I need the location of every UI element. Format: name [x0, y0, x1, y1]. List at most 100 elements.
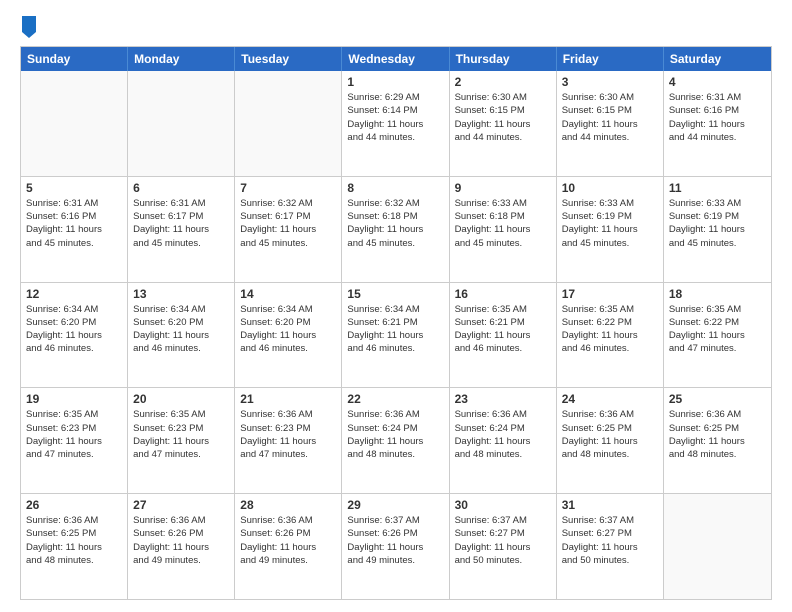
- week-row-2: 5 Sunrise: 6:31 AM Sunset: 6:16 PM Daylig…: [21, 177, 771, 283]
- day-info: Sunrise: 6:34 AM Sunset: 6:20 PM Dayligh…: [26, 303, 122, 356]
- calendar-cell: 19Sunrise: 6:35 AM Sunset: 6:23 PM Dayli…: [21, 388, 128, 493]
- day-number: 8: [347, 181, 443, 195]
- calendar-cell: 28 Sunrise: 6:36 AM Sunset: 6:26 PM Dayli…: [235, 494, 342, 599]
- calendar-cell: [235, 71, 342, 176]
- calendar-cell: 3 Sunrise: 6:30 AM Sunset: 6:15 PM Daylig…: [557, 71, 664, 176]
- day-info: Sunrise: 6:32 AM Sunset: 6:18 PM Dayligh…: [347, 197, 443, 250]
- day-info: Sunrise: 6:37 AM Sunset: 6:27 PM Dayligh…: [455, 514, 551, 567]
- calendar-header-row: SundayMondayTuesdayWednesdayThursdayFrid…: [21, 47, 771, 71]
- calendar-cell: 22 Sunrise: 6:36 AM Sunset: 6:24 PM Dayli…: [342, 388, 449, 493]
- calendar-cell: 30 Sunrise: 6:37 AM Sunset: 6:27 PM Dayli…: [450, 494, 557, 599]
- day-number: 26: [26, 498, 122, 512]
- logo: [20, 16, 36, 38]
- calendar-cell: 4 Sunrise: 6:31 AM Sunset: 6:16 PM Daylig…: [664, 71, 771, 176]
- day-number: 16: [455, 287, 551, 301]
- day-info: Sunrise: 6:29 AM Sunset: 6:14 PM Dayligh…: [347, 91, 443, 144]
- day-number: 29: [347, 498, 443, 512]
- day-number: 27: [133, 498, 229, 512]
- calendar-cell: 9 Sunrise: 6:33 AM Sunset: 6:18 PM Daylig…: [450, 177, 557, 282]
- calendar-cell: 17 Sunrise: 6:35 AM Sunset: 6:22 PM Dayli…: [557, 283, 664, 388]
- day-info: Sunrise: 6:35 AM Sunset: 6:21 PM Dayligh…: [455, 303, 551, 356]
- calendar-cell: 12Sunrise: 6:34 AM Sunset: 6:20 PM Dayli…: [21, 283, 128, 388]
- calendar-cell: 15 Sunrise: 6:34 AM Sunset: 6:21 PM Dayli…: [342, 283, 449, 388]
- day-info: Sunrise: 6:36 AM Sunset: 6:24 PM Dayligh…: [347, 408, 443, 461]
- calendar-cell: 7Sunrise: 6:32 AM Sunset: 6:17 PM Daylig…: [235, 177, 342, 282]
- calendar-cell: 27 Sunrise: 6:36 AM Sunset: 6:26 PM Dayli…: [128, 494, 235, 599]
- day-number: 11: [669, 181, 766, 195]
- calendar-cell: 29 Sunrise: 6:37 AM Sunset: 6:26 PM Dayli…: [342, 494, 449, 599]
- day-info: Sunrise: 6:37 AM Sunset: 6:26 PM Dayligh…: [347, 514, 443, 567]
- day-number: 4: [669, 75, 766, 89]
- day-number: 5: [26, 181, 122, 195]
- day-number: 6: [133, 181, 229, 195]
- calendar-cell: 26 Sunrise: 6:36 AM Sunset: 6:25 PM Dayli…: [21, 494, 128, 599]
- day-info: Sunrise: 6:36 AM Sunset: 6:26 PM Dayligh…: [133, 514, 229, 567]
- day-info: Sunrise: 6:32 AM Sunset: 6:17 PM Dayligh…: [240, 197, 336, 250]
- day-info: Sunrise: 6:37 AM Sunset: 6:27 PM Dayligh…: [562, 514, 658, 567]
- day-info: Sunrise: 6:30 AM Sunset: 6:15 PM Dayligh…: [562, 91, 658, 144]
- day-info: Sunrise: 6:36 AM Sunset: 6:26 PM Dayligh…: [240, 514, 336, 567]
- day-number: 31: [562, 498, 658, 512]
- calendar-cell: 8 Sunrise: 6:32 AM Sunset: 6:18 PM Daylig…: [342, 177, 449, 282]
- calendar-cell: 14 Sunrise: 6:34 AM Sunset: 6:20 PM Dayli…: [235, 283, 342, 388]
- calendar-cell: 2Sunrise: 6:30 AM Sunset: 6:15 PM Daylig…: [450, 71, 557, 176]
- day-header-tuesday: Tuesday: [235, 47, 342, 71]
- calendar-cell: 11Sunrise: 6:33 AM Sunset: 6:19 PM Dayli…: [664, 177, 771, 282]
- calendar-cell: 5 Sunrise: 6:31 AM Sunset: 6:16 PM Daylig…: [21, 177, 128, 282]
- week-row-4: 19Sunrise: 6:35 AM Sunset: 6:23 PM Dayli…: [21, 388, 771, 494]
- day-info: Sunrise: 6:35 AM Sunset: 6:23 PM Dayligh…: [133, 408, 229, 461]
- calendar-cell: 23 Sunrise: 6:36 AM Sunset: 6:24 PM Dayli…: [450, 388, 557, 493]
- day-number: 17: [562, 287, 658, 301]
- day-info: Sunrise: 6:31 AM Sunset: 6:16 PM Dayligh…: [26, 197, 122, 250]
- day-info: Sunrise: 6:35 AM Sunset: 6:22 PM Dayligh…: [562, 303, 658, 356]
- day-info: Sunrise: 6:34 AM Sunset: 6:21 PM Dayligh…: [347, 303, 443, 356]
- day-info: Sunrise: 6:36 AM Sunset: 6:23 PM Dayligh…: [240, 408, 336, 461]
- calendar-cell: 13Sunrise: 6:34 AM Sunset: 6:20 PM Dayli…: [128, 283, 235, 388]
- day-header-friday: Friday: [557, 47, 664, 71]
- header: [20, 16, 772, 38]
- calendar-cell: 10 Sunrise: 6:33 AM Sunset: 6:19 PM Dayli…: [557, 177, 664, 282]
- day-number: 14: [240, 287, 336, 301]
- day-info: Sunrise: 6:30 AM Sunset: 6:15 PM Dayligh…: [455, 91, 551, 144]
- day-info: Sunrise: 6:34 AM Sunset: 6:20 PM Dayligh…: [240, 303, 336, 356]
- day-info: Sunrise: 6:31 AM Sunset: 6:16 PM Dayligh…: [669, 91, 766, 144]
- day-number: 10: [562, 181, 658, 195]
- day-info: Sunrise: 6:33 AM Sunset: 6:18 PM Dayligh…: [455, 197, 551, 250]
- day-number: 24: [562, 392, 658, 406]
- day-number: 15: [347, 287, 443, 301]
- day-number: 9: [455, 181, 551, 195]
- calendar-cell: 1 Sunrise: 6:29 AM Sunset: 6:14 PM Daylig…: [342, 71, 449, 176]
- day-header-sunday: Sunday: [21, 47, 128, 71]
- day-number: 25: [669, 392, 766, 406]
- day-number: 3: [562, 75, 658, 89]
- day-info: Sunrise: 6:36 AM Sunset: 6:25 PM Dayligh…: [26, 514, 122, 567]
- day-header-saturday: Saturday: [664, 47, 771, 71]
- day-info: Sunrise: 6:35 AM Sunset: 6:22 PM Dayligh…: [669, 303, 766, 356]
- week-row-5: 26 Sunrise: 6:36 AM Sunset: 6:25 PM Dayli…: [21, 494, 771, 599]
- day-info: Sunrise: 6:35 AM Sunset: 6:23 PM Dayligh…: [26, 408, 122, 461]
- calendar-cell: 20 Sunrise: 6:35 AM Sunset: 6:23 PM Dayli…: [128, 388, 235, 493]
- calendar-cell: 21 Sunrise: 6:36 AM Sunset: 6:23 PM Dayli…: [235, 388, 342, 493]
- day-info: Sunrise: 6:33 AM Sunset: 6:19 PM Dayligh…: [562, 197, 658, 250]
- day-number: 13: [133, 287, 229, 301]
- day-number: 23: [455, 392, 551, 406]
- day-number: 30: [455, 498, 551, 512]
- day-number: 21: [240, 392, 336, 406]
- day-header-wednesday: Wednesday: [342, 47, 449, 71]
- calendar: SundayMondayTuesdayWednesdayThursdayFrid…: [20, 46, 772, 600]
- day-number: 28: [240, 498, 336, 512]
- day-info: Sunrise: 6:31 AM Sunset: 6:17 PM Dayligh…: [133, 197, 229, 250]
- calendar-cell: 16 Sunrise: 6:35 AM Sunset: 6:21 PM Dayli…: [450, 283, 557, 388]
- calendar-cell: [21, 71, 128, 176]
- calendar-body: 1 Sunrise: 6:29 AM Sunset: 6:14 PM Daylig…: [21, 71, 771, 599]
- calendar-cell: 24 Sunrise: 6:36 AM Sunset: 6:25 PM Dayli…: [557, 388, 664, 493]
- day-number: 20: [133, 392, 229, 406]
- day-number: 1: [347, 75, 443, 89]
- day-info: Sunrise: 6:36 AM Sunset: 6:25 PM Dayligh…: [669, 408, 766, 461]
- day-header-thursday: Thursday: [450, 47, 557, 71]
- logo-icon: [22, 16, 36, 38]
- calendar-cell: [664, 494, 771, 599]
- day-number: 22: [347, 392, 443, 406]
- day-info: Sunrise: 6:36 AM Sunset: 6:25 PM Dayligh…: [562, 408, 658, 461]
- day-info: Sunrise: 6:36 AM Sunset: 6:24 PM Dayligh…: [455, 408, 551, 461]
